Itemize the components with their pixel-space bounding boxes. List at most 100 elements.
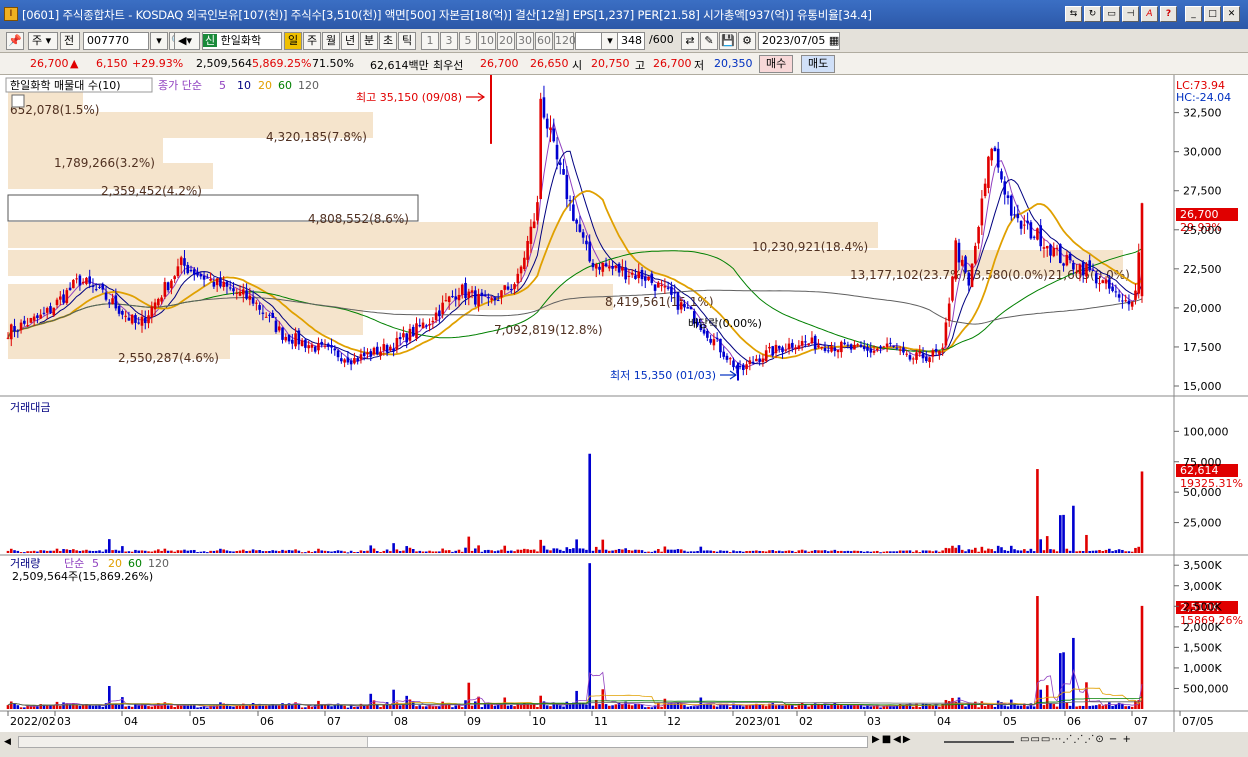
candle-body <box>411 326 415 336</box>
chart-tool-icon[interactable]: ✎ <box>700 32 718 50</box>
amount-bar <box>696 551 699 553</box>
interval-20[interactable]: 20 <box>497 32 515 50</box>
scrollbar-track[interactable] <box>18 736 868 748</box>
interval-3[interactable]: 3 <box>440 32 458 50</box>
chart-area[interactable]: 652,078(1.5%) 4,320,185(7.8%) 1,789,266(3.… <box>0 75 1248 757</box>
pin-icon[interactable]: ⊣ <box>1122 6 1139 22</box>
grid-toggle-icon[interactable] <box>11 94 25 108</box>
volume-bar <box>604 704 608 709</box>
interval-5[interactable]: 5 <box>459 32 477 50</box>
candle-body <box>447 296 451 303</box>
interval-60[interactable]: 60 <box>535 32 553 50</box>
playback-controls-icon[interactable]: ▶■◀▶ <box>872 734 913 745</box>
period-second[interactable]: 초 <box>379 32 397 50</box>
maximize-button[interactable]: □ <box>1204 6 1221 22</box>
scroll-left-icon[interactable]: ◀ <box>4 734 18 750</box>
volume-bar <box>1081 705 1085 709</box>
volume-panel-title[interactable]: 거래량 <box>10 557 40 570</box>
volume-bar <box>575 690 578 709</box>
count-input[interactable]: 348 <box>617 32 645 50</box>
date-field[interactable]: 2023/07/05 ▦ <box>758 32 840 50</box>
period-day[interactable]: 일 <box>284 32 302 50</box>
save-icon[interactable]: 💾 <box>719 32 737 50</box>
help-icon[interactable]: ? <box>1160 6 1177 22</box>
candle-body <box>297 330 301 345</box>
amount-bar <box>415 551 418 553</box>
amount-axis-label: 75,000 <box>1183 456 1222 469</box>
period-year[interactable]: 년 <box>341 32 359 50</box>
chart-tools-icon[interactable]: ▭▭▭⋯⋰⋰⋰⊙ − + <box>1020 734 1132 745</box>
pin-toggle-icon[interactable]: 📌 <box>6 32 24 50</box>
amount-axis-label: 50,000 <box>1183 486 1222 499</box>
amount-bar <box>402 550 405 553</box>
sell-button[interactable]: 매도 <box>801 55 836 73</box>
amount-bar <box>588 453 592 553</box>
stock-code-input[interactable]: 007770 <box>83 32 149 50</box>
close-button[interactable]: ✕ <box>1223 6 1240 22</box>
volume-bar <box>101 706 105 709</box>
amount-bar <box>26 551 29 553</box>
quote-bar: 26,700 ▲ 6,150 +29.93% 2,509,564 5,869.2… <box>0 53 1248 75</box>
candle-body <box>1065 254 1069 266</box>
price-panel-title[interactable]: 한일화학 매물대 수(10) <box>10 78 121 92</box>
zoom-slider[interactable] <box>944 741 1014 743</box>
low-label: 저 <box>694 59 705 72</box>
amount-bar <box>856 550 859 553</box>
amount-bar <box>745 551 748 553</box>
code-dropdown-icon[interactable]: ▾ <box>150 32 168 50</box>
interval-120[interactable]: 120 <box>554 32 576 50</box>
type-select[interactable]: 주 ▾ <box>28 32 58 50</box>
amount-bar <box>562 550 565 553</box>
candle-body <box>702 329 706 334</box>
minimize-button[interactable]: _ <box>1185 6 1202 22</box>
amount-bar <box>65 549 69 553</box>
period-tick[interactable]: 틱 <box>398 32 416 50</box>
speaker-icon[interactable]: ◀▾ <box>174 32 200 50</box>
price-change-pct: +29.93% <box>132 57 184 70</box>
amount-bar <box>369 545 373 553</box>
interval-10[interactable]: 10 <box>478 32 496 50</box>
interval-1[interactable]: 1 <box>421 32 439 50</box>
candle-body <box>706 330 709 338</box>
volume-bar <box>650 707 654 709</box>
period-week[interactable]: 주 <box>303 32 321 50</box>
ask-price: 26,700 <box>480 57 519 70</box>
scrollbar-thumb[interactable] <box>367 737 867 747</box>
amount-bar <box>215 550 219 553</box>
candle-body <box>781 347 784 353</box>
window-icon[interactable]: ▭ <box>1103 6 1120 22</box>
price-axis-label: 20,000 <box>1183 302 1222 315</box>
amount-bar <box>219 548 222 553</box>
swap-icon[interactable]: ⇄ <box>681 32 699 50</box>
volume-bar <box>6 705 10 709</box>
candle-body <box>356 358 359 362</box>
candle-body <box>931 350 935 357</box>
period-minute[interactable]: 분 <box>360 32 378 50</box>
stock-name-field[interactable]: 신 한일화학 <box>202 32 282 50</box>
ma60-label: 60 <box>278 79 292 92</box>
volume-bar <box>630 705 634 709</box>
volume-bar <box>709 704 712 709</box>
candle-body <box>676 292 680 310</box>
amount-bar <box>895 551 899 553</box>
font-icon[interactable]: A <box>1141 6 1158 22</box>
interval-30[interactable]: 30 <box>516 32 534 50</box>
volume-bar <box>699 697 703 709</box>
settings-icon[interactable]: ⚙ <box>738 32 756 50</box>
link-icon[interactable]: ⇆ <box>1065 6 1082 22</box>
candle-body <box>1052 247 1056 257</box>
amount-bar <box>898 550 902 553</box>
mode-button[interactable]: 전 <box>60 32 80 50</box>
candle-body <box>934 348 938 352</box>
period-month[interactable]: 월 <box>322 32 340 50</box>
refresh-icon[interactable]: ↻ <box>1084 6 1101 22</box>
amount-bar <box>643 551 647 553</box>
candle-body <box>983 183 987 197</box>
volume-bar <box>493 705 497 709</box>
volume-bar <box>166 705 170 709</box>
buy-button[interactable]: 매수 <box>759 55 794 73</box>
volume-bar <box>402 704 405 709</box>
amount-bar <box>212 550 216 553</box>
amount-panel-title[interactable]: 거래대금 <box>10 401 50 414</box>
amount-bar <box>925 550 928 553</box>
